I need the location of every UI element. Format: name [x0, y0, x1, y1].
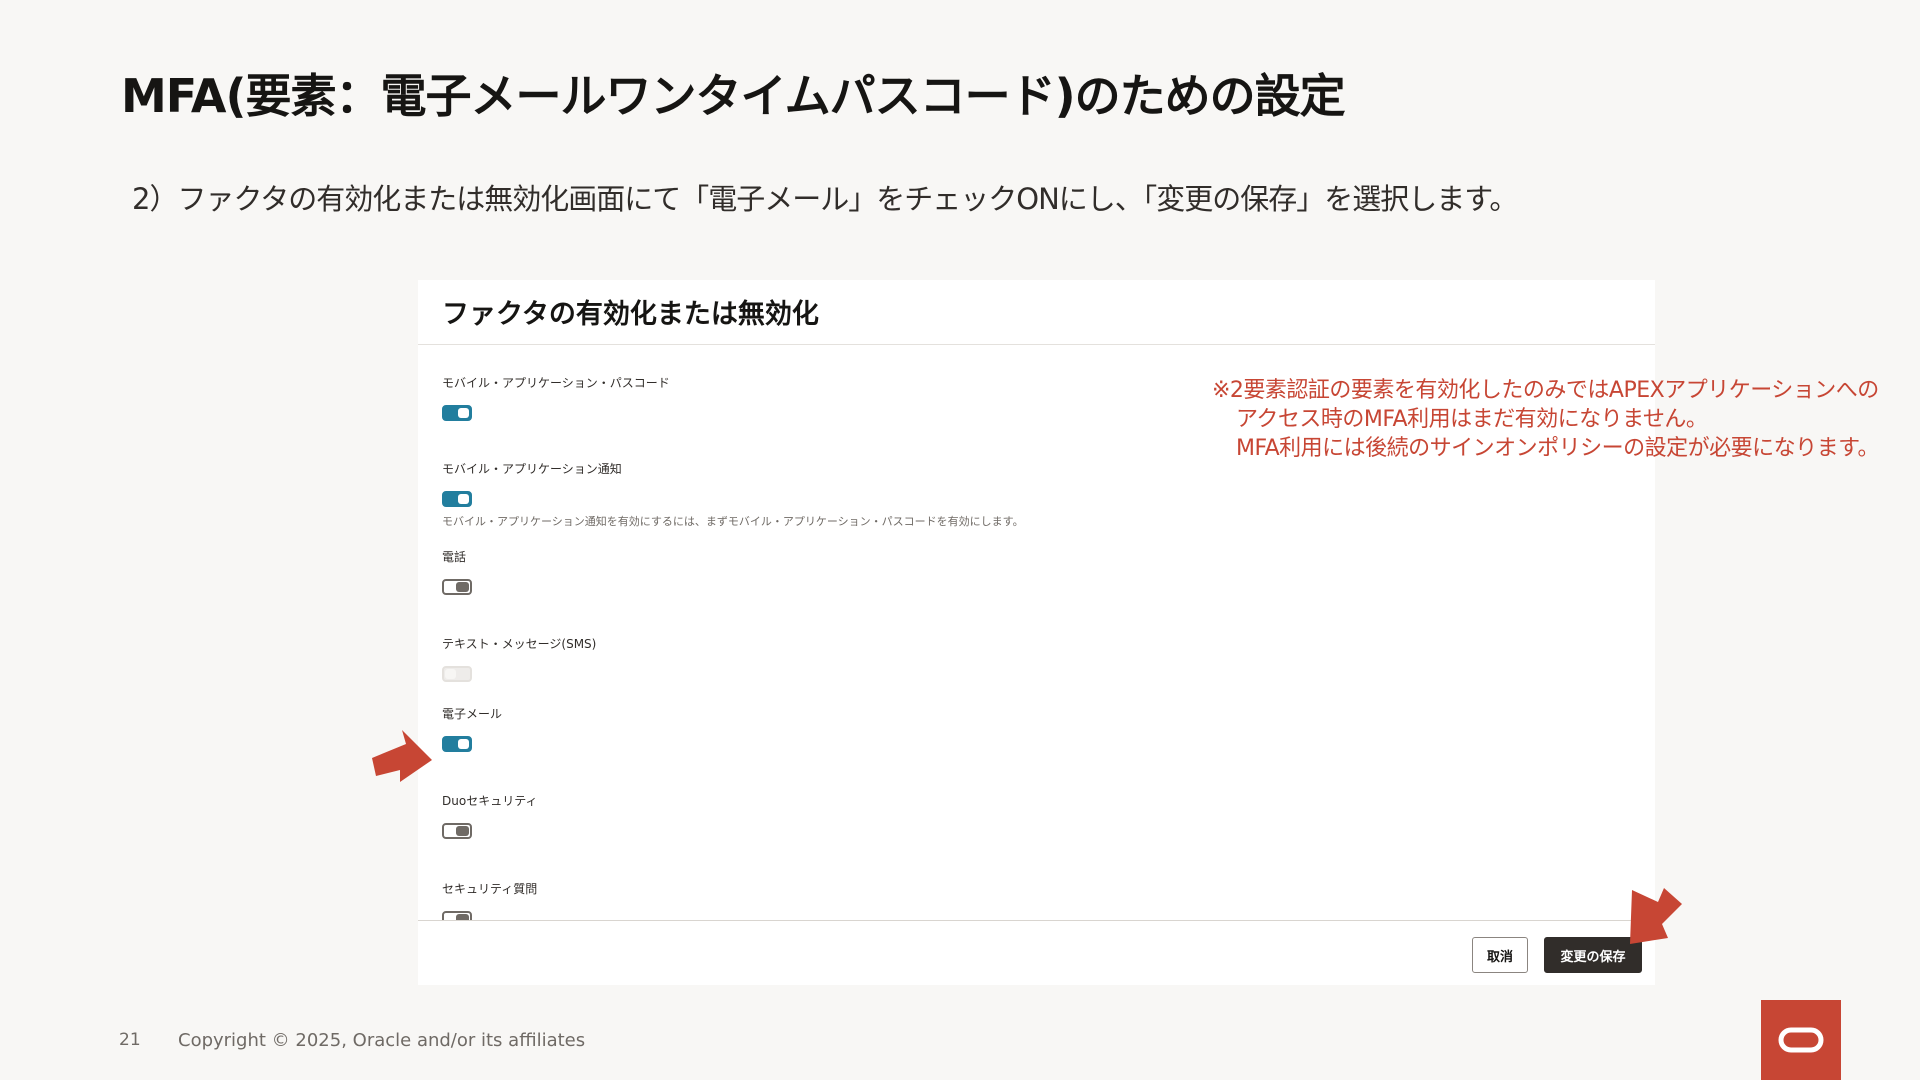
divider: [418, 344, 1655, 345]
mobile-notification-toggle[interactable]: [442, 491, 472, 507]
note-line-2: アクセス時のMFA利用はまだ有効になりません。: [1236, 407, 1708, 432]
cancel-button[interactable]: 取消: [1472, 937, 1528, 973]
copyright-text: Copyright © 2025, Oracle and/or its affi…: [178, 1030, 586, 1051]
page-number: 21: [119, 1030, 141, 1050]
toggle-knob: [445, 582, 456, 592]
factor-email: 電子メール: [442, 705, 502, 752]
instruction-text: 2）ファクタの有効化または無効化画面にて「電子メール」をチェックONにし、「変更…: [132, 182, 1518, 216]
oracle-logo-shape: [1778, 1027, 1824, 1053]
factor-security-question: セキュリティ質問: [442, 880, 537, 920]
toggle-knob: [458, 494, 469, 504]
factor-label: 電子メール: [442, 707, 503, 721]
phone-toggle[interactable]: [442, 579, 472, 595]
mobile-passcode-toggle[interactable]: [442, 405, 472, 421]
toggle-knob: [458, 408, 469, 418]
red-pointer-arrow-icon: [372, 730, 432, 782]
slide-title: MFA(要素：電子メールワンタイムパスコード)のための設定: [121, 69, 1346, 123]
factor-sms: テキスト・メッセージ(SMS): [442, 635, 596, 682]
oracle-logo-icon: [1761, 1000, 1841, 1080]
toggle-knob: [445, 669, 456, 679]
toggle-knob: [445, 826, 456, 836]
red-pointer-arrow-icon: [1630, 888, 1682, 944]
note-line-1: ※2要素認証の要素を有効化したのみではAPEXアプリケーションへの: [1212, 378, 1879, 403]
footer-divider: [418, 920, 1655, 921]
note-text: ※2要素認証の要素を有効化したのみではAPEXアプリケーションへの アクセス時の…: [1212, 376, 1879, 463]
factor-mobile-notification: モバイル・アプリケーション通知 モバイル・アプリケーション通知を有効にするには、…: [442, 460, 1024, 529]
factor-duo: Duoセキュリティ: [442, 792, 537, 839]
factor-label: モバイル・アプリケーション・パスコード: [442, 376, 670, 390]
email-toggle[interactable]: [442, 736, 472, 752]
note-line-3: MFA利用には後続のサインオンポリシーの設定が必要になります。: [1236, 436, 1879, 461]
factor-label: 電話: [442, 550, 467, 564]
panel-title: ファクタの有効化または無効化: [442, 299, 819, 330]
factor-mobile-passcode: モバイル・アプリケーション・パスコード: [442, 374, 670, 421]
factor-label: Duoセキュリティ: [442, 794, 538, 808]
factor-label: モバイル・アプリケーション通知: [442, 462, 622, 476]
sms-toggle: [442, 666, 472, 682]
factor-label: テキスト・メッセージ(SMS): [442, 637, 597, 651]
factor-phone: 電話: [442, 548, 472, 595]
factor-label: セキュリティ質問: [442, 882, 538, 896]
security-question-toggle[interactable]: [442, 911, 472, 920]
duo-toggle[interactable]: [442, 823, 472, 839]
toggle-knob: [458, 739, 469, 749]
factor-help-text: モバイル・アプリケーション通知を有効にするには、まずモバイル・アプリケーション・…: [442, 515, 1024, 528]
